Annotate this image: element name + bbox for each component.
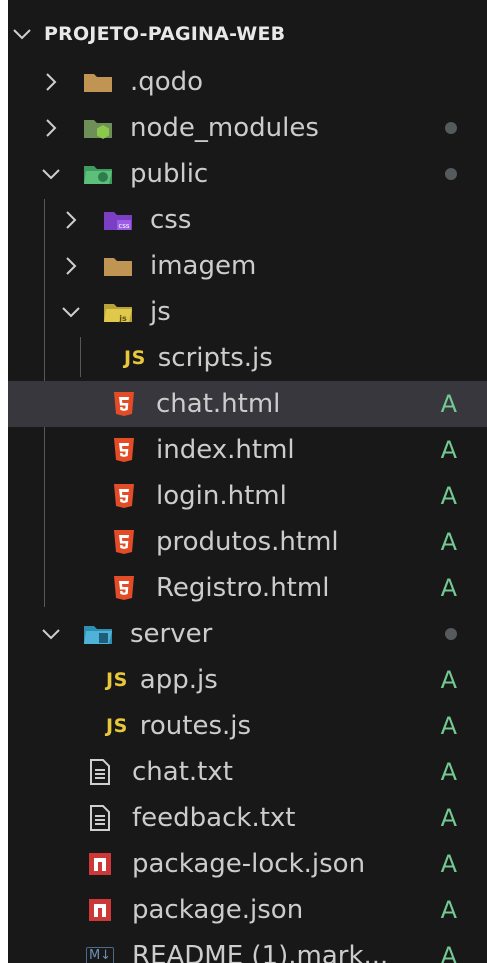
git-status-added: A <box>440 850 457 878</box>
tree-item-produtos-html[interactable]: produtos.html A <box>8 519 487 565</box>
tree-item-node-modules[interactable]: node_modules <box>8 105 487 151</box>
tree-item-label: package.json <box>132 895 304 925</box>
tree-item-chat-html[interactable]: chat.html A <box>8 381 487 427</box>
tree-item-label: produtos.html <box>156 527 339 557</box>
git-status-added: A <box>440 804 457 832</box>
tree-item-chat-txt[interactable]: chat.txt A <box>8 749 487 795</box>
tree-item-package-lock-json[interactable]: package-lock.json A <box>8 841 487 887</box>
chevron-right-icon <box>40 117 62 139</box>
tree-item-label: .qodo <box>130 67 204 97</box>
tree-item-label: Registro.html <box>156 573 330 603</box>
git-status-added: A <box>440 666 457 694</box>
javascript-icon: JS <box>106 715 128 737</box>
git-status-added: A <box>440 482 457 510</box>
tree-item-label: imagem <box>150 251 257 281</box>
explorer-root-header[interactable]: PROJETO-PAGINA-WEB <box>8 14 487 54</box>
modified-dot <box>445 168 457 180</box>
tree-item-label: chat.txt <box>132 757 233 787</box>
chevron-down-icon <box>10 22 34 46</box>
text-file-icon <box>82 804 118 832</box>
tree-item-routes-js[interactable]: JS routes.js A <box>8 703 487 749</box>
tree-item-js-folder[interactable]: js js <box>8 289 487 335</box>
chevron-right-icon <box>40 71 62 93</box>
git-status-added: A <box>440 758 457 786</box>
css-folder-icon: css <box>100 206 136 234</box>
tree-item-label: app.js <box>139 665 218 695</box>
js-folder-icon: js <box>100 298 136 326</box>
tree-item-label: css <box>150 205 192 235</box>
tree-item-server[interactable]: server <box>8 611 487 657</box>
explorer-panel: PROJETO-PAGINA-WEB .qodo node_modules pu… <box>0 0 487 963</box>
tree-item-login-html[interactable]: login.html A <box>8 473 487 519</box>
html5-icon <box>106 390 142 418</box>
tree-item-css[interactable]: css css <box>8 197 487 243</box>
chevron-right-icon <box>60 209 82 231</box>
markdown-badge: M↓ <box>85 947 115 963</box>
modified-dot <box>445 628 457 640</box>
tree-item-label: node_modules <box>130 113 319 143</box>
npm-icon <box>82 850 118 878</box>
tree-item-scripts-js[interactable]: JS scripts.js <box>8 335 487 381</box>
tree-item-label: js <box>150 297 171 327</box>
tree-item-qodo[interactable]: .qodo <box>8 59 487 105</box>
chevron-right-icon <box>60 255 82 277</box>
html5-icon <box>106 574 142 602</box>
git-status-added: A <box>440 436 457 464</box>
tree-item-public[interactable]: public <box>8 151 487 197</box>
js-folder-badge: js <box>118 314 127 323</box>
tree-item-label: index.html <box>156 435 295 465</box>
git-status-added: A <box>440 896 457 924</box>
folder-icon <box>80 68 116 96</box>
tree-item-app-js[interactable]: JS app.js A <box>8 657 487 703</box>
tree-item-label: public <box>130 159 209 189</box>
css-badge: css <box>118 222 129 230</box>
root-folder-title: PROJETO-PAGINA-WEB <box>44 23 286 45</box>
public-folder-icon <box>80 160 116 188</box>
tree-item-package-json[interactable]: package.json A <box>8 887 487 933</box>
javascript-icon: JS <box>124 347 146 369</box>
html5-icon <box>106 436 142 464</box>
git-status-added: A <box>440 390 457 418</box>
git-status-added: A <box>440 574 457 602</box>
html5-icon <box>106 528 142 556</box>
tree-item-feedback-txt[interactable]: feedback.txt A <box>8 795 487 841</box>
tree-item-label: README (1).mark... <box>132 941 389 963</box>
node-folder-icon <box>80 114 116 142</box>
markdown-icon: M↓ <box>82 942 118 963</box>
tree-item-imagem[interactable]: imagem <box>8 243 487 289</box>
tree-item-label: scripts.js <box>157 343 273 373</box>
javascript-icon: JS <box>106 669 128 691</box>
folder-icon <box>100 252 136 280</box>
html5-icon <box>106 482 142 510</box>
chevron-down-icon <box>40 623 62 645</box>
git-status-added: A <box>440 528 457 556</box>
tree-item-label: feedback.txt <box>132 803 296 833</box>
tree-item-readme[interactable]: M↓ README (1).mark... A <box>8 933 487 963</box>
modified-dot <box>445 122 457 134</box>
left-edge <box>0 0 8 963</box>
tree-item-index-html[interactable]: index.html A <box>8 427 487 473</box>
tree-item-registro-html[interactable]: Registro.html A <box>8 565 487 611</box>
chevron-down-icon <box>40 163 62 185</box>
git-status-added: A <box>440 712 457 740</box>
tree-item-label: package-lock.json <box>132 849 366 879</box>
git-status-added: A <box>440 942 457 963</box>
server-folder-icon <box>80 620 116 648</box>
npm-icon <box>82 896 118 924</box>
tree-item-label: server <box>130 619 213 649</box>
chevron-down-icon <box>60 301 82 323</box>
tree-item-label: login.html <box>156 481 287 511</box>
text-file-icon <box>82 758 118 786</box>
tree-item-label: routes.js <box>139 711 252 741</box>
tree-item-label: chat.html <box>156 389 281 419</box>
